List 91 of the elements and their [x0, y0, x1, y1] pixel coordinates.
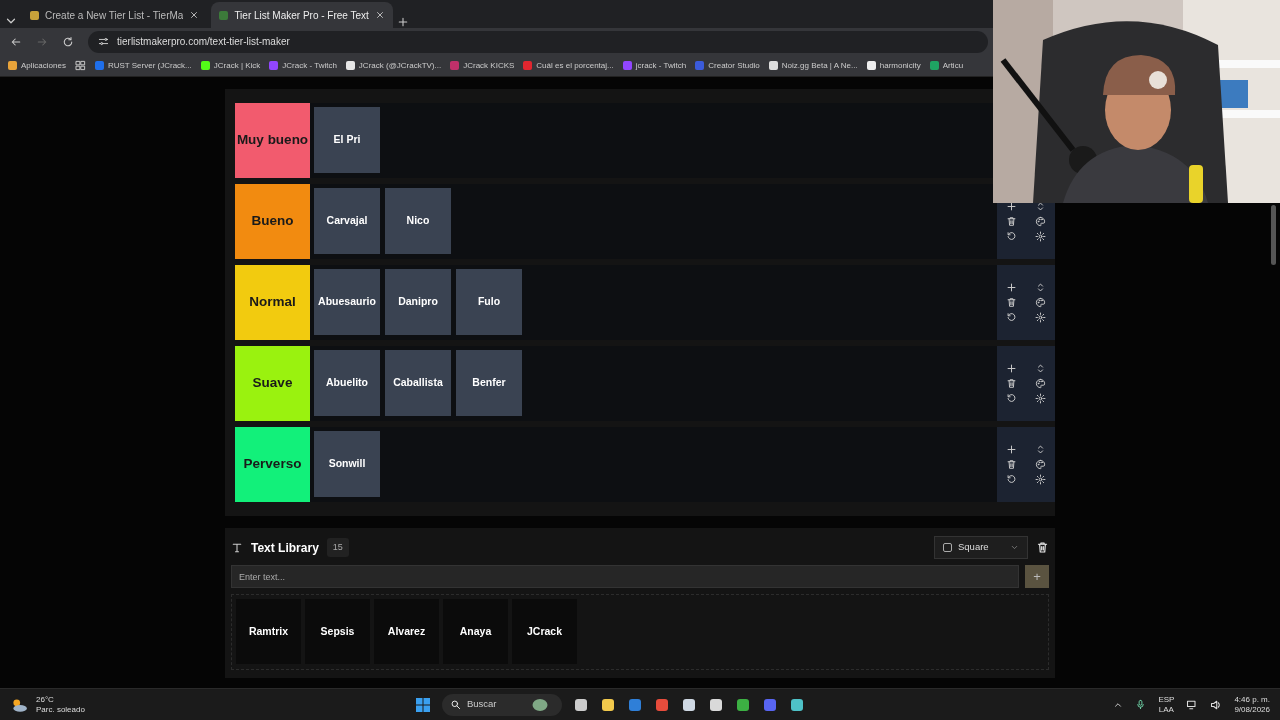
site-settings-icon[interactable] — [98, 36, 109, 47]
bookmark[interactable]: JCrack | Kick — [200, 59, 261, 72]
bookmark[interactable]: JCrack KICKS — [450, 59, 515, 72]
bookmark[interactable]: jcrack - Twitch — [622, 59, 687, 72]
address-bar[interactable]: tierlistmakerpro.com/text-tier-list-maker — [88, 30, 988, 53]
delete-icon[interactable] — [1006, 378, 1017, 389]
library-item[interactable]: Anaya — [443, 599, 508, 664]
mic-icon[interactable] — [1135, 699, 1147, 710]
language-code[interactable]: ESP — [1158, 694, 1175, 705]
bookmark[interactable]: Cuál es el porcentaj... — [523, 59, 614, 72]
palette-icon[interactable] — [1035, 297, 1046, 308]
add-icon[interactable] — [1006, 282, 1017, 293]
speaker-icon[interactable] — [1210, 698, 1223, 711]
bookmark[interactable]: Creator Studio — [695, 59, 760, 72]
clear-button[interactable] — [1036, 541, 1049, 554]
close-icon[interactable] — [374, 10, 385, 20]
delete-icon[interactable] — [1006, 297, 1017, 308]
bookmark[interactable]: Noiz.gg Beta | A Ne... — [768, 59, 858, 72]
count-badge: 15 — [326, 537, 349, 558]
search-icon — [449, 699, 461, 710]
app-icon[interactable] — [788, 696, 805, 713]
tier-label[interactable]: Perverso — [235, 427, 310, 502]
bookmark[interactable]: Aplicaciones — [8, 59, 66, 72]
delete-icon[interactable] — [1006, 216, 1017, 227]
tier-label[interactable]: Bueno — [235, 184, 310, 259]
network-icon[interactable] — [1186, 698, 1199, 711]
move-icon[interactable] — [1035, 201, 1046, 212]
reset-icon[interactable] — [1006, 474, 1017, 485]
palette-icon[interactable] — [1035, 378, 1046, 389]
start-icon[interactable] — [414, 696, 431, 713]
reset-icon[interactable] — [1006, 231, 1017, 242]
bookmark[interactable]: harmonicity — [866, 59, 921, 72]
palette-icon[interactable] — [1035, 459, 1046, 470]
browser-tab[interactable]: Create a New Tier List - TierMa — [22, 2, 208, 28]
layout-code[interactable]: LAA — [1158, 704, 1175, 715]
tier-label[interactable]: Muy bueno — [235, 103, 310, 178]
bookmark[interactable]: RUST Server (JCrack... — [94, 59, 192, 72]
clock-time[interactable]: 4:46 p. m. — [1234, 694, 1270, 705]
text-input[interactable]: Enter text... — [231, 565, 1019, 588]
bookmark[interactable]: JCrack - Twitch — [269, 59, 337, 72]
tier-item[interactable]: Sonwill — [314, 431, 380, 497]
text-icon — [231, 541, 243, 554]
grid-icon[interactable] — [74, 60, 86, 71]
close-icon[interactable] — [189, 10, 200, 20]
bookmark[interactable]: JCrack (@JCrackTV)... — [345, 59, 442, 72]
add-button[interactable]: + — [1025, 565, 1049, 588]
browser-tab[interactable]: Tier List Maker Pro - Free Text — [211, 2, 393, 28]
settings-icon[interactable] — [1035, 474, 1046, 485]
tier-item[interactable]: El Pri — [314, 107, 380, 173]
library-item[interactable]: JCrack — [512, 599, 577, 664]
tier-label[interactable]: Normal — [235, 265, 310, 340]
palette-icon[interactable] — [1035, 216, 1046, 227]
settings-icon[interactable] — [1035, 231, 1046, 242]
tier-item[interactable]: Abuesaurio — [314, 269, 380, 335]
delete-icon[interactable] — [1006, 459, 1017, 470]
shape-dropdown[interactable]: Square — [934, 536, 1028, 559]
move-icon[interactable] — [1035, 282, 1046, 293]
reset-icon[interactable] — [1006, 393, 1017, 404]
move-icon[interactable] — [1035, 363, 1046, 374]
add-icon[interactable] — [1006, 201, 1017, 212]
tier-item[interactable]: Fulo — [456, 269, 522, 335]
search-field[interactable]: Buscar — [441, 693, 562, 716]
weather-text: Parc. soleado — [36, 704, 85, 715]
bookmark[interactable]: Articu — [929, 59, 964, 72]
clock-date[interactable]: 9/08/2026 — [1234, 704, 1270, 715]
settings-icon[interactable] — [1035, 393, 1046, 404]
reload-icon[interactable] — [62, 35, 74, 48]
app-icon[interactable] — [707, 696, 724, 713]
new-tab-icon[interactable] — [396, 16, 409, 28]
add-icon[interactable] — [1006, 363, 1017, 374]
tier-item[interactable]: Caballista — [385, 350, 451, 416]
url-text: tierlistmakerpro.com/text-tier-list-maker — [117, 35, 290, 49]
tier-item[interactable]: Abuelito — [314, 350, 380, 416]
library-item[interactable]: Sepsis — [305, 599, 370, 664]
tier-item[interactable]: Danipro — [385, 269, 451, 335]
add-icon[interactable] — [1006, 444, 1017, 455]
trash-icon — [1036, 541, 1049, 554]
tier-item[interactable]: Benfer — [456, 350, 522, 416]
move-icon[interactable] — [1035, 444, 1046, 455]
library-item[interactable]: Alvarez — [374, 599, 439, 664]
settings-icon[interactable] — [1035, 312, 1046, 323]
scrollbar-thumb[interactable] — [1271, 205, 1276, 265]
reset-icon[interactable] — [1006, 312, 1017, 323]
tier-item[interactable]: Carvajal — [314, 188, 380, 254]
back-icon[interactable] — [10, 35, 22, 48]
tier-label[interactable]: Suave — [235, 346, 310, 421]
temperature: 26°C — [36, 694, 55, 705]
panel-title: Text Library — [251, 539, 319, 557]
library-item[interactable]: Ramtrix — [236, 599, 301, 664]
chevron-icon — [1010, 543, 1019, 552]
tier-item[interactable]: Nico — [385, 188, 451, 254]
